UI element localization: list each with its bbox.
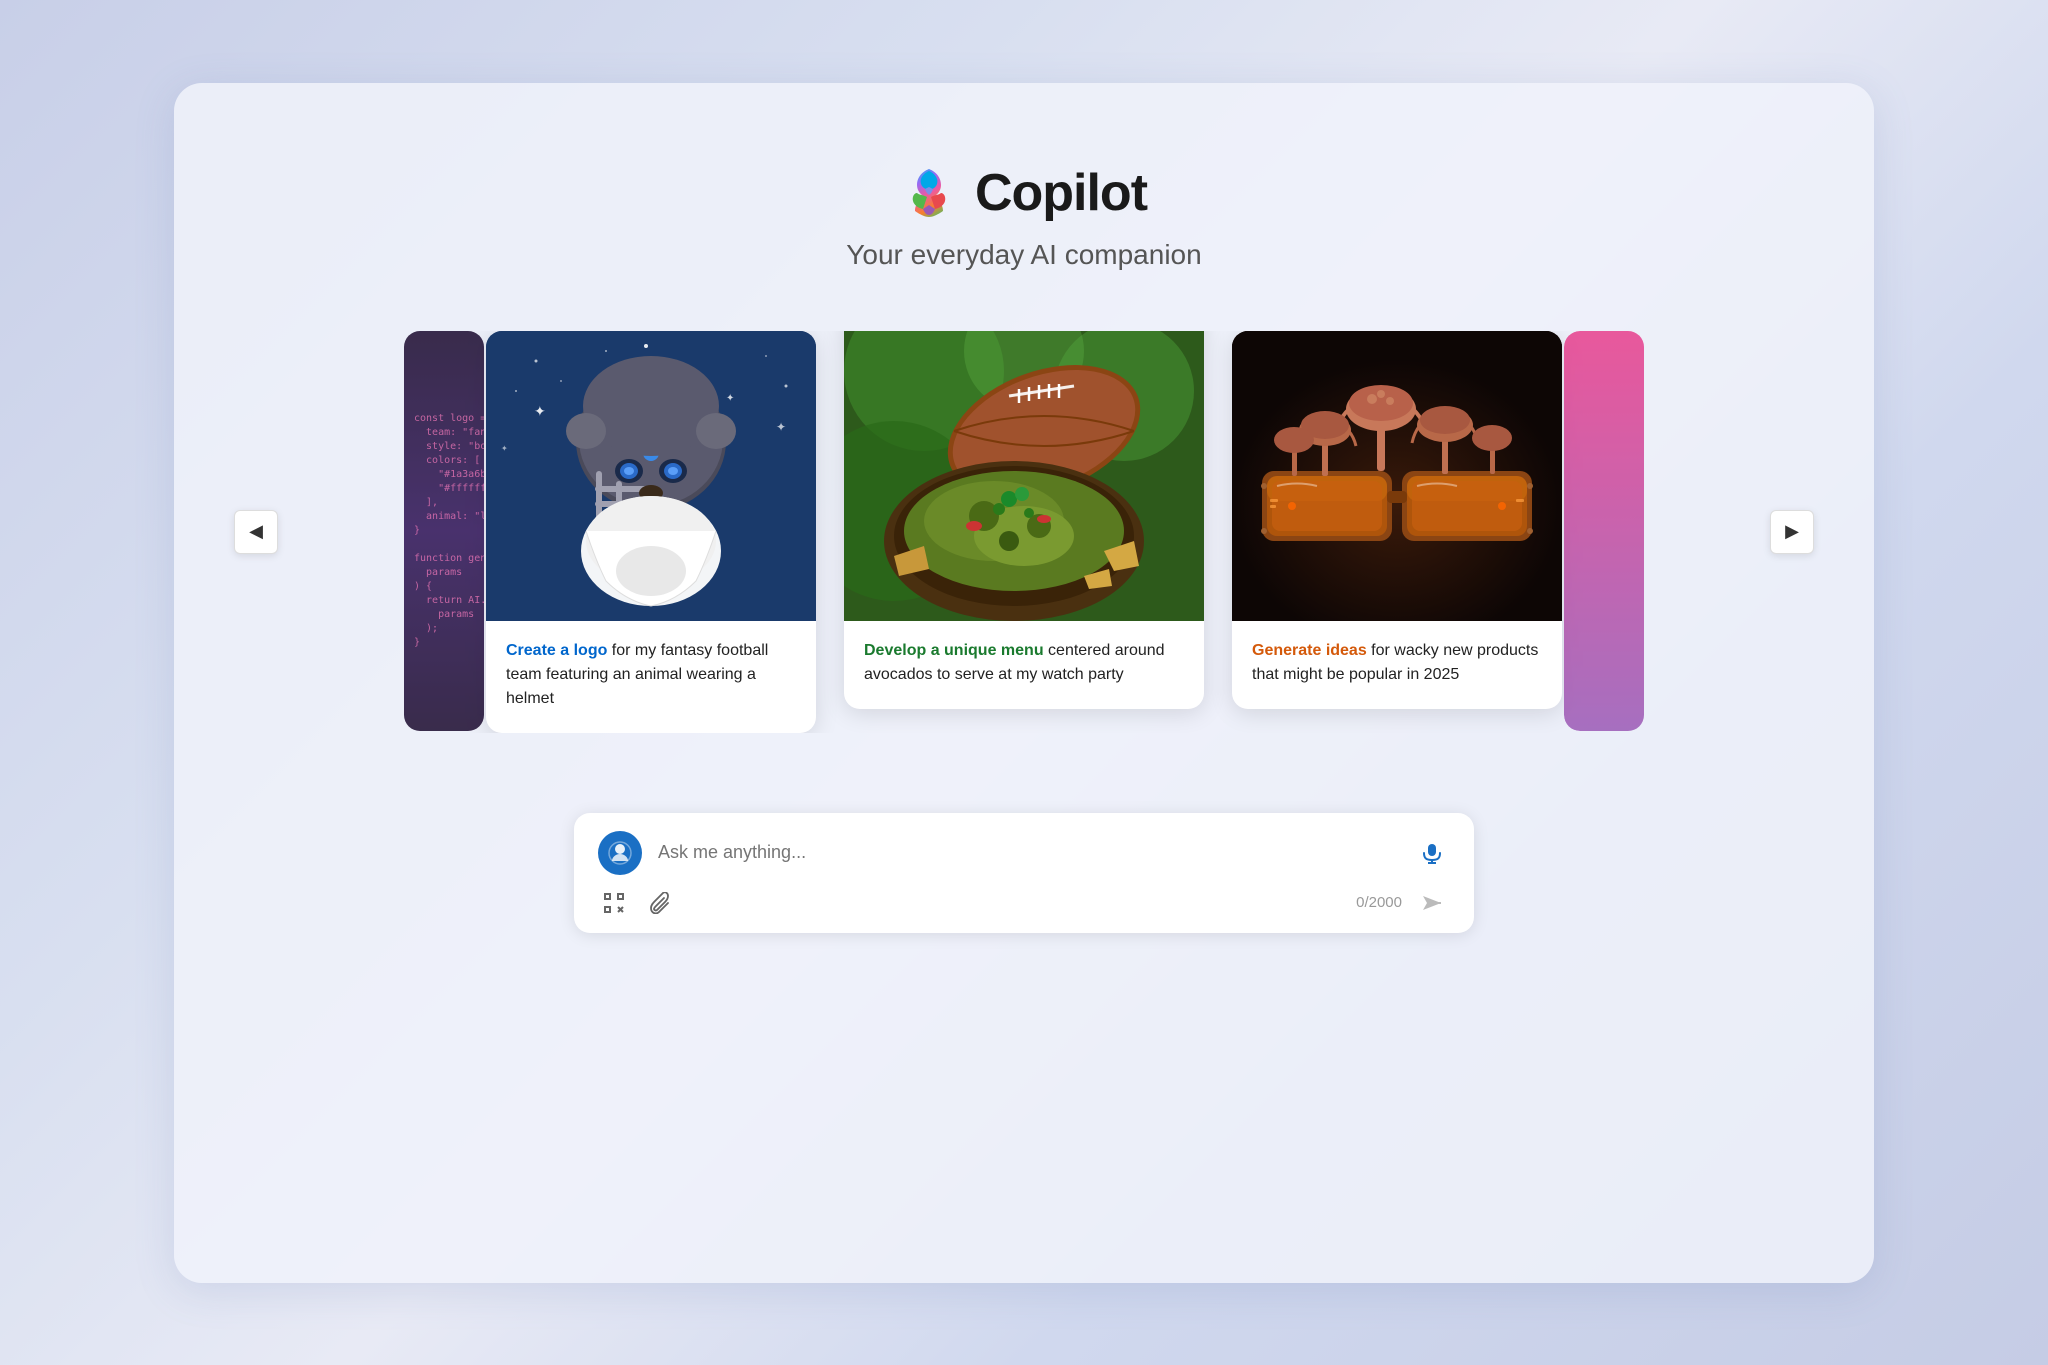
card-2-image: [844, 331, 1204, 621]
card-2: Develop a unique menu centered around av…: [844, 331, 1204, 709]
carousel-next-button[interactable]: ▶: [1770, 510, 1814, 554]
card-2-content: Develop a unique menu centered around av…: [844, 621, 1204, 709]
chat-input[interactable]: [658, 842, 1398, 863]
chat-avatar: [598, 831, 642, 875]
card-3-image: [1232, 331, 1562, 621]
cards-wrapper: const logo = { team: "fantasy", style: "…: [278, 331, 1770, 733]
logo-row: Copilot: [901, 163, 1147, 223]
scan-button[interactable]: [600, 889, 628, 917]
app-subtitle: Your everyday AI companion: [846, 239, 1201, 271]
card-1-action: Create a logo: [506, 642, 607, 659]
send-button[interactable]: [1416, 887, 1448, 919]
app-title: Copilot: [975, 163, 1147, 223]
scan-icon: [603, 892, 625, 914]
chat-input-row: [598, 831, 1450, 875]
header: Copilot Your everyday AI companion: [846, 163, 1201, 271]
copilot-logo-icon: [901, 165, 957, 221]
card-1-image: ✦ ✦ ✦ ✦: [486, 331, 816, 621]
svg-text:✦: ✦: [534, 403, 546, 419]
svg-text:✦: ✦: [501, 444, 508, 453]
app-container: Copilot Your everyday AI companion ◀ con…: [174, 83, 1874, 1283]
card-1: ✦ ✦ ✦ ✦: [486, 331, 816, 733]
mic-icon: [1421, 842, 1443, 864]
partial-card-right: [1564, 331, 1644, 731]
avatar-icon: [608, 841, 632, 865]
chat-section: 0/2000: [574, 813, 1474, 933]
mic-button[interactable]: [1414, 835, 1450, 871]
attach-button[interactable]: [646, 889, 674, 917]
attach-icon: [649, 892, 671, 914]
carousel-prev-button[interactable]: ◀: [234, 510, 278, 554]
card-3: Generate ideas for wacky new products th…: [1232, 331, 1562, 709]
card-1-content: Create a logo for my fantasy football te…: [486, 621, 816, 733]
card-3-action: Generate ideas: [1252, 642, 1367, 659]
svg-text:✦: ✦: [776, 420, 786, 434]
card-3-content: Generate ideas for wacky new products th…: [1232, 621, 1562, 709]
carousel-section: ◀ const logo = { team: "fantasy", style:…: [234, 331, 1814, 733]
chat-tools: [600, 889, 674, 917]
card-2-action: Develop a unique menu: [864, 642, 1044, 659]
chat-bottom-row: 0/2000: [598, 887, 1450, 919]
svg-text:✦: ✦: [726, 393, 734, 404]
char-count: 0/2000: [1356, 894, 1402, 911]
partial-card-left: const logo = { team: "fantasy", style: "…: [404, 331, 484, 731]
partial-code-text: const logo = { team: "fantasy", style: "…: [404, 388, 484, 674]
send-icon: [1421, 892, 1443, 914]
